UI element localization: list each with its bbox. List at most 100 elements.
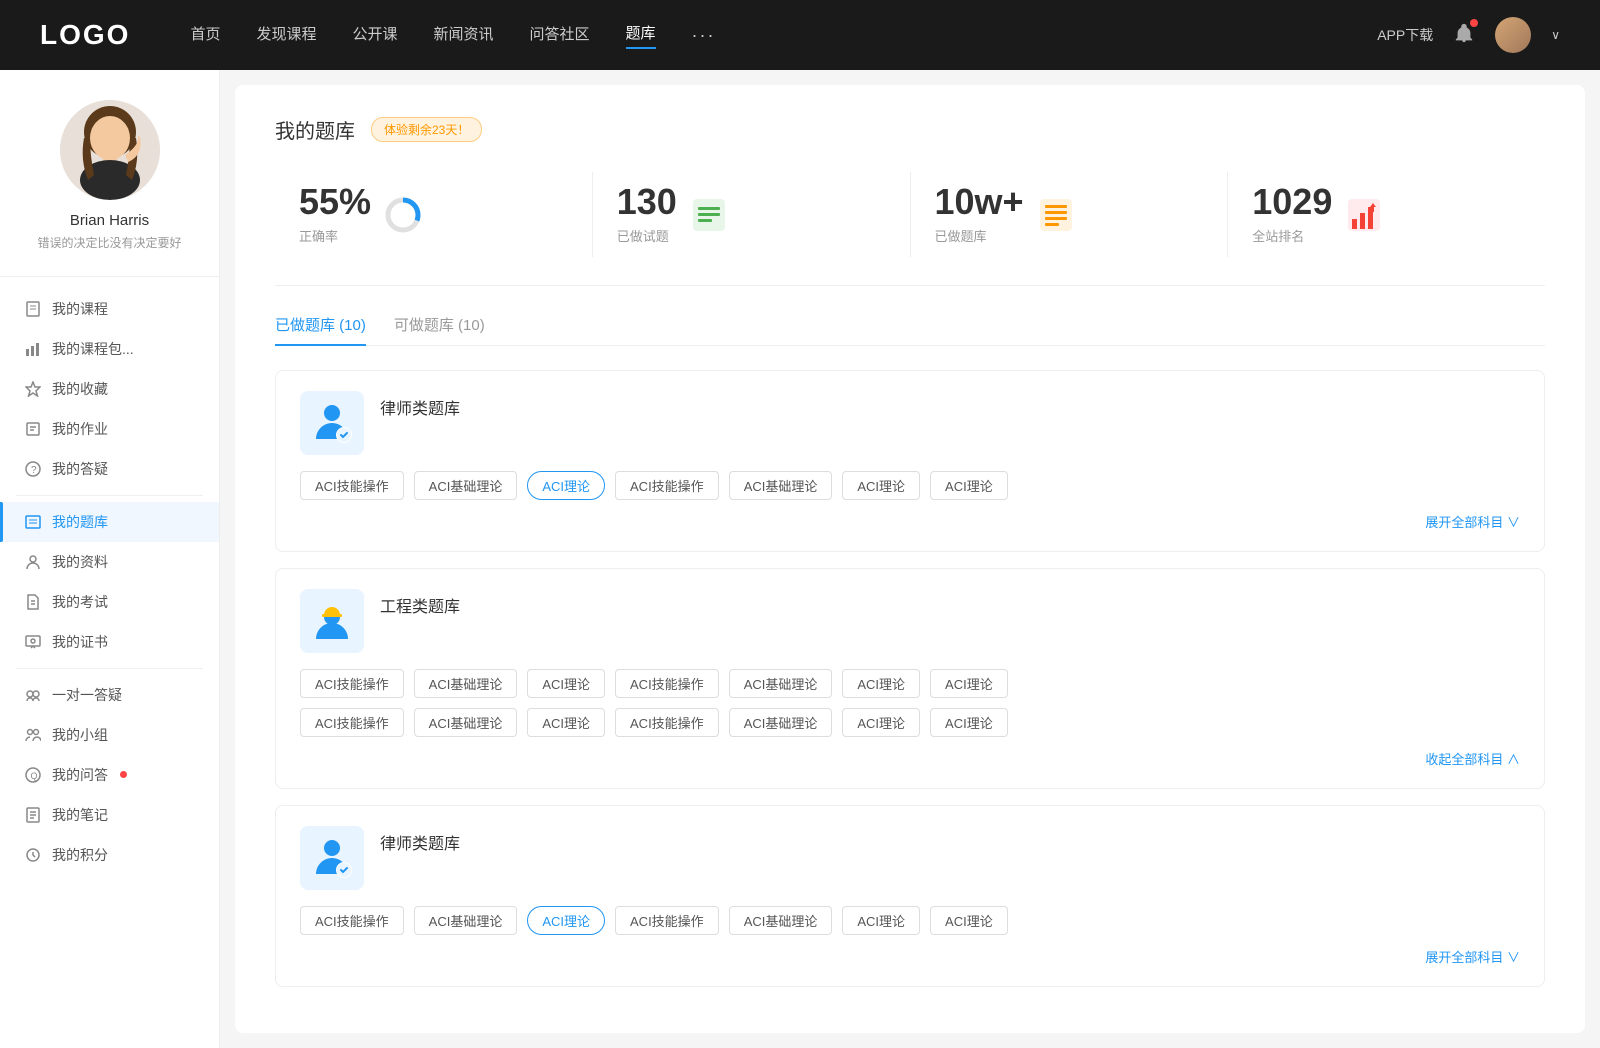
bank-tag[interactable]: ACI技能操作 [615, 669, 719, 698]
bank-tag[interactable]: ACI技能操作 [615, 906, 719, 935]
sidebar-label-one-to-one: 一对一答疑 [52, 685, 122, 705]
bank-tag[interactable]: ACI基础理论 [729, 708, 833, 737]
ask-icon: Q [24, 766, 42, 784]
note-orange-icon [1036, 195, 1076, 235]
bank-tag[interactable]: ACI基础理论 [414, 669, 518, 698]
points-icon [24, 846, 42, 864]
donut-chart-icon [383, 195, 423, 235]
bank-tags-2-row1: ACI技能操作 ACI基础理论 ACI理论 ACI技能操作 ACI基础理论 AC… [300, 669, 1520, 698]
user-menu-chevron[interactable]: ∨ [1551, 28, 1560, 42]
bank-tag[interactable]: ACI技能操作 [300, 708, 404, 737]
page-title: 我的题库 [275, 115, 355, 144]
bank-tag[interactable]: ACI理论 [842, 708, 920, 737]
bank-card-2-header: 工程类题库 [300, 589, 1520, 653]
nav-open-course[interactable]: 公开课 [352, 23, 397, 48]
stat-label-banks-done: 已做题库 [935, 226, 1024, 245]
list-green-icon [689, 195, 729, 235]
stat-label-correct-rate: 正确率 [299, 226, 371, 245]
bank-tag[interactable]: ACI理论 [930, 669, 1008, 698]
sidebar-avatar [60, 100, 160, 200]
navbar: LOGO 首页 发现课程 公开课 新闻资讯 问答社区 题库 ··· APP下载 … [0, 0, 1600, 70]
sidebar-item-my-exam[interactable]: 我的考试 [0, 582, 219, 622]
nav-bank[interactable]: 题库 [626, 22, 656, 49]
sidebar-label-my-questions: 我的问答 [52, 765, 108, 785]
bank-tag[interactable]: ACI技能操作 [615, 708, 719, 737]
notification-bell[interactable] [1453, 22, 1475, 49]
trial-badge: 体验剩余23天！ [371, 117, 482, 142]
bank-tag[interactable]: ACI理论 [842, 906, 920, 935]
nav-qa[interactable]: 问答社区 [530, 23, 590, 48]
sidebar-label-my-group: 我的小组 [52, 725, 108, 745]
chat-icon [24, 686, 42, 704]
bank-tag[interactable]: ACI基础理论 [729, 471, 833, 500]
sidebar-label-my-favorites: 我的收藏 [52, 379, 108, 399]
stat-label-ranking: 全站排名 [1252, 226, 1332, 245]
bank-tag[interactable]: ACI基础理论 [414, 906, 518, 935]
stat-correct-rate: 55% 正确率 [275, 172, 593, 257]
nav-discover[interactable]: 发现课程 [256, 23, 316, 48]
tab-available-banks[interactable]: 可做题库 (10) [394, 314, 485, 345]
tab-done-banks[interactable]: 已做题库 (10) [275, 314, 366, 345]
bank-tag[interactable]: ACI理论 [842, 471, 920, 500]
sidebar-item-my-courses[interactable]: 我的课程 [0, 289, 219, 329]
bank-tag[interactable]: ACI技能操作 [300, 669, 404, 698]
stat-ranking: 1029 全站排名 [1228, 172, 1545, 257]
bank-tag[interactable]: ACI技能操作 [300, 471, 404, 500]
bank-tag[interactable]: ACI基础理论 [729, 906, 833, 935]
stat-label-questions-done: 已做试题 [617, 226, 677, 245]
nav-home[interactable]: 首页 [190, 23, 220, 48]
bank-expand-3[interactable]: 展开全部科目 ∨ [300, 947, 1520, 966]
bank-tag[interactable]: ACI理论 [842, 669, 920, 698]
bank-icon-lawyer-1 [300, 391, 364, 455]
sidebar-item-my-qa[interactable]: ? 我的答疑 [0, 449, 219, 489]
sidebar-item-my-homework[interactable]: 我的作业 [0, 409, 219, 449]
bank-tag[interactable]: ACI理论 [930, 471, 1008, 500]
sidebar-item-one-to-one[interactable]: 一对一答疑 [0, 675, 219, 715]
sidebar-username: Brian Harris [16, 212, 203, 229]
sidebar-profile: Brian Harris 错误的决定比没有决定要好 [0, 100, 219, 277]
bank-tag[interactable]: ACI技能操作 [300, 906, 404, 935]
sidebar-item-my-points[interactable]: 我的积分 [0, 835, 219, 875]
sidebar-item-my-favorites[interactable]: 我的收藏 [0, 369, 219, 409]
bank-tag-active[interactable]: ACI理论 [527, 471, 605, 500]
sidebar-item-my-notes[interactable]: 我的笔记 [0, 795, 219, 835]
bank-tag[interactable]: ACI理论 [930, 906, 1008, 935]
sidebar-item-my-questions[interactable]: Q 我的问答 [0, 755, 219, 795]
bank-tag[interactable]: ACI技能操作 [615, 471, 719, 500]
bank-collapse-2[interactable]: 收起全部科目 ∧ [300, 749, 1520, 768]
bank-name-1: 律师类题库 [380, 395, 460, 419]
bank-tag[interactable]: ACI理论 [930, 708, 1008, 737]
app-download-button[interactable]: APP下载 [1377, 25, 1433, 45]
sidebar-divider-2 [16, 668, 203, 669]
sidebar-item-my-group[interactable]: 我的小组 [0, 715, 219, 755]
bar-red-icon [1344, 195, 1384, 235]
sidebar-divider-1 [16, 495, 203, 496]
bank-tag[interactable]: ACI理论 [527, 708, 605, 737]
nav-menu: 首页 发现课程 公开课 新闻资讯 问答社区 题库 ··· [190, 22, 1377, 49]
sidebar-item-my-bank[interactable]: 我的题库 [0, 502, 219, 542]
stats-row: 55% 正确率 130 已做试题 [275, 172, 1545, 286]
sidebar-label-my-notes: 我的笔记 [52, 805, 108, 825]
bank-tag[interactable]: ACI基础理论 [414, 708, 518, 737]
certificate-icon [24, 633, 42, 651]
main-layout: Brian Harris 错误的决定比没有决定要好 我的课程 我的课程包... [0, 70, 1600, 1048]
sidebar-item-my-cert[interactable]: 我的证书 [0, 622, 219, 662]
notification-badge [1470, 19, 1478, 27]
bank-tag[interactable]: ACI理论 [527, 669, 605, 698]
sidebar-item-my-profile[interactable]: 我的资料 [0, 542, 219, 582]
bank-tag[interactable]: ACI基础理论 [414, 471, 518, 500]
bank-tag-active[interactable]: ACI理论 [527, 906, 605, 935]
edit-icon [24, 420, 42, 438]
logo[interactable]: LOGO [40, 19, 130, 51]
tabs: 已做题库 (10) 可做题库 (10) [275, 314, 1545, 346]
stat-questions-done: 130 已做试题 [593, 172, 911, 257]
bank-tag[interactable]: ACI基础理论 [729, 669, 833, 698]
bank-expand-1[interactable]: 展开全部科目 ∨ [300, 512, 1520, 531]
user-avatar[interactable] [1495, 17, 1531, 53]
bank-icon-engineer [300, 589, 364, 653]
star-icon [24, 380, 42, 398]
nav-news[interactable]: 新闻资讯 [434, 23, 494, 48]
sidebar-item-my-course-pkg[interactable]: 我的课程包... [0, 329, 219, 369]
svg-text:Q: Q [31, 771, 38, 781]
nav-more[interactable]: ··· [692, 25, 716, 46]
